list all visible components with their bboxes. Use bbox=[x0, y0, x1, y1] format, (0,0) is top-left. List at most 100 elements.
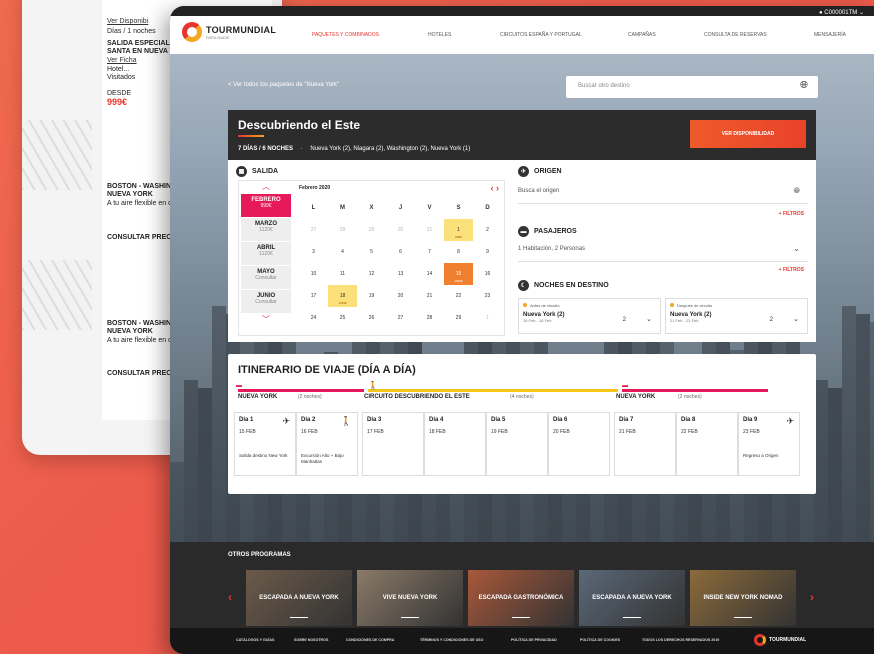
calendar-day[interactable]: 18 1069€ bbox=[328, 285, 357, 307]
calendar-day[interactable]: 21 bbox=[415, 285, 444, 307]
nav-item[interactable]: CONSULTA DE RESERVAS bbox=[704, 32, 767, 38]
calendar-day[interactable]: 24 bbox=[299, 307, 328, 329]
itinerary-day[interactable]: Día 9 23 FEB Regreso a Origen ✈ bbox=[738, 412, 800, 476]
ver-disponibilidad-button[interactable]: VER DISPONIBILIDAD bbox=[690, 120, 806, 148]
calendar-day[interactable]: 6 bbox=[386, 241, 415, 263]
itinerary-day[interactable]: Día 2 16 FEB Excursión Alto + Bajo Manhatt… bbox=[296, 412, 358, 476]
footer-link[interactable]: TÉRMINOS Y CONDICIONES DE USO bbox=[420, 638, 483, 642]
calendar-day[interactable]: 16 bbox=[473, 263, 502, 285]
day-date: 19 FEB bbox=[491, 429, 508, 435]
month-price: 999€ bbox=[260, 203, 272, 209]
brand-logo[interactable]: TOURMUNDIAL PARA NADIE bbox=[182, 22, 276, 42]
program-card[interactable]: ESCAPADA A NUEVA YORK bbox=[246, 570, 352, 626]
calendar-day[interactable]: 9 bbox=[473, 241, 502, 263]
calendar-day[interactable]: 13 bbox=[386, 263, 415, 285]
calendar-day[interactable]: 20 bbox=[386, 285, 415, 307]
calendar-day[interactable]: 19 bbox=[357, 285, 386, 307]
footer-link[interactable]: SOBRE NOSOTROS bbox=[294, 638, 328, 642]
chevron-up-icon[interactable]: ︿ bbox=[239, 181, 293, 193]
month-option[interactable]: MAYO Consultar bbox=[241, 266, 291, 289]
origin-filters-link[interactable]: + FILTROS bbox=[779, 211, 804, 217]
month-option[interactable]: JUNIO Consultar bbox=[241, 290, 291, 313]
calendar-day[interactable]: 17 bbox=[299, 285, 328, 307]
logo-tagline: PARA NADIE bbox=[206, 34, 230, 40]
footer-link[interactable]: CATÁLOGOS Y GUÍAS bbox=[236, 638, 274, 642]
calendar-day[interactable]: 31 bbox=[415, 219, 444, 241]
calendar-day[interactable]: 27 bbox=[386, 307, 415, 329]
nights-box[interactable]: Antes de circuito Nueva York (2) 15 Feb - … bbox=[518, 298, 661, 334]
program-card[interactable]: ESCAPADA A NUEVA YORK bbox=[579, 570, 685, 626]
month-option[interactable]: ABRIL 1120€ bbox=[241, 242, 291, 265]
carousel-next-icon[interactable]: › bbox=[810, 590, 814, 604]
chevron-down-icon[interactable]: ⌄ bbox=[793, 315, 799, 323]
calendar-day[interactable]: 29 bbox=[444, 307, 473, 329]
chevron-down-icon[interactable]: ⌄ bbox=[646, 315, 652, 323]
itinerary-day[interactable]: Día 1 15 FEB Salida destino New York ✈ bbox=[234, 412, 296, 476]
nav-item[interactable]: HOTELES bbox=[428, 32, 451, 38]
calendar-day[interactable]: 1 bbox=[473, 307, 502, 329]
calendar-day[interactable]: 11 bbox=[328, 263, 357, 285]
calendar-day[interactable]: 10 bbox=[299, 263, 328, 285]
calendar-day[interactable]: 8 bbox=[444, 241, 473, 263]
footer-link[interactable]: POLÍTICA DE COOKIES bbox=[580, 638, 620, 642]
nights-box[interactable]: Después de circuito Nueva York (2) 21 Feb … bbox=[665, 298, 808, 334]
carousel-prev-icon[interactable]: ‹ bbox=[228, 590, 232, 604]
segment-nights: (2 noches) bbox=[298, 394, 322, 400]
day-number: 4 bbox=[341, 249, 344, 255]
walking-icon: 🚶 bbox=[368, 381, 378, 390]
origin-input[interactable]: Busca el origen 🌐︎ bbox=[518, 186, 808, 204]
destination-search-input[interactable]: Buscar otro destino bbox=[566, 76, 818, 98]
calendar-day[interactable]: 14 bbox=[415, 263, 444, 285]
account-menu[interactable]: ● C000001TM ⌄ bbox=[819, 9, 864, 16]
month-option[interactable]: FEBRERO 999€ bbox=[241, 194, 291, 217]
calendar-day[interactable]: 3 bbox=[299, 241, 328, 263]
skyline-building bbox=[184, 380, 198, 542]
program-card[interactable]: ESCAPADA GASTRONÓMICA bbox=[468, 570, 574, 626]
calendar-day[interactable]: 22 bbox=[444, 285, 473, 307]
itinerary-day[interactable]: Día 6 20 FEB bbox=[548, 412, 610, 476]
logo-ring-icon bbox=[754, 634, 766, 646]
calendar-day[interactable]: 30 bbox=[386, 219, 415, 241]
nav-item[interactable]: PAQUETES Y COMBINADOS bbox=[312, 32, 379, 38]
program-card[interactable]: VIVE NUEVA YORK bbox=[357, 570, 463, 626]
itinerary-day[interactable]: Día 4 18 FEB bbox=[424, 412, 486, 476]
nav-item[interactable]: CIRCUITOS ESPAÑA Y PORTUGAL bbox=[500, 32, 582, 38]
calendar-nav-arrows-icon[interactable]: ‹ › bbox=[491, 183, 500, 193]
package-list-text[interactable]: Ver Ficha bbox=[107, 57, 137, 64]
calendar-day[interactable]: 27 bbox=[299, 219, 328, 241]
month-option[interactable]: MARZO 1120€ bbox=[241, 218, 291, 241]
globe-icon[interactable]: 🌐︎ bbox=[800, 80, 808, 91]
calendar-day[interactable]: 5 bbox=[357, 241, 386, 263]
calendar-day[interactable]: 28 bbox=[328, 219, 357, 241]
calendar-day[interactable]: 1 999€ bbox=[444, 219, 473, 241]
calendar-day[interactable]: 7 bbox=[415, 241, 444, 263]
day-date: 15 FEB bbox=[239, 429, 256, 435]
calendar-day[interactable]: 4 bbox=[328, 241, 357, 263]
day-number: 8 bbox=[457, 249, 460, 255]
passengers-select[interactable]: 1 Habitación, 2 Personas ⌄ bbox=[518, 244, 808, 262]
itinerary-day[interactable]: Día 5 19 FEB bbox=[486, 412, 548, 476]
title-underline bbox=[734, 617, 752, 618]
footer-link[interactable]: CONDICIONES DE COMPRA bbox=[346, 638, 394, 642]
calendar-day[interactable]: 25 bbox=[328, 307, 357, 329]
calendar-day[interactable]: 29 bbox=[357, 219, 386, 241]
itinerary-day[interactable]: Día 8 22 FEB bbox=[676, 412, 738, 476]
back-to-packages-link[interactable]: < Ver todos los paquetes de "Nueva York" bbox=[228, 82, 339, 88]
chevron-down-icon[interactable]: ﹀ bbox=[239, 314, 293, 326]
nav-item[interactable]: CAMPAÑAS bbox=[628, 32, 656, 38]
day-number: 12 bbox=[368, 271, 375, 277]
calendar-day[interactable]: 12 bbox=[357, 263, 386, 285]
footer-link[interactable]: POLÍTICA DE PRIVACIDAD bbox=[511, 638, 557, 642]
calendar-day[interactable]: 28 bbox=[415, 307, 444, 329]
calendar-day[interactable]: 23 bbox=[473, 285, 502, 307]
calendar-day[interactable]: 2 bbox=[473, 219, 502, 241]
nav-item[interactable]: MENSAJERÍA bbox=[814, 32, 846, 38]
itinerary-day[interactable]: Día 3 17 FEB bbox=[362, 412, 424, 476]
weekday-label: J bbox=[398, 205, 403, 211]
passenger-filters-link[interactable]: + FILTROS bbox=[779, 267, 804, 273]
program-card[interactable]: INSIDE NEW YORK NOMAD bbox=[690, 570, 796, 626]
itinerary-day[interactable]: Día 7 21 FEB bbox=[614, 412, 676, 476]
calendar-day[interactable]: 15 1069€ bbox=[444, 263, 473, 285]
package-list-text[interactable]: Ver Disponibi bbox=[107, 18, 148, 25]
calendar-day[interactable]: 26 bbox=[357, 307, 386, 329]
